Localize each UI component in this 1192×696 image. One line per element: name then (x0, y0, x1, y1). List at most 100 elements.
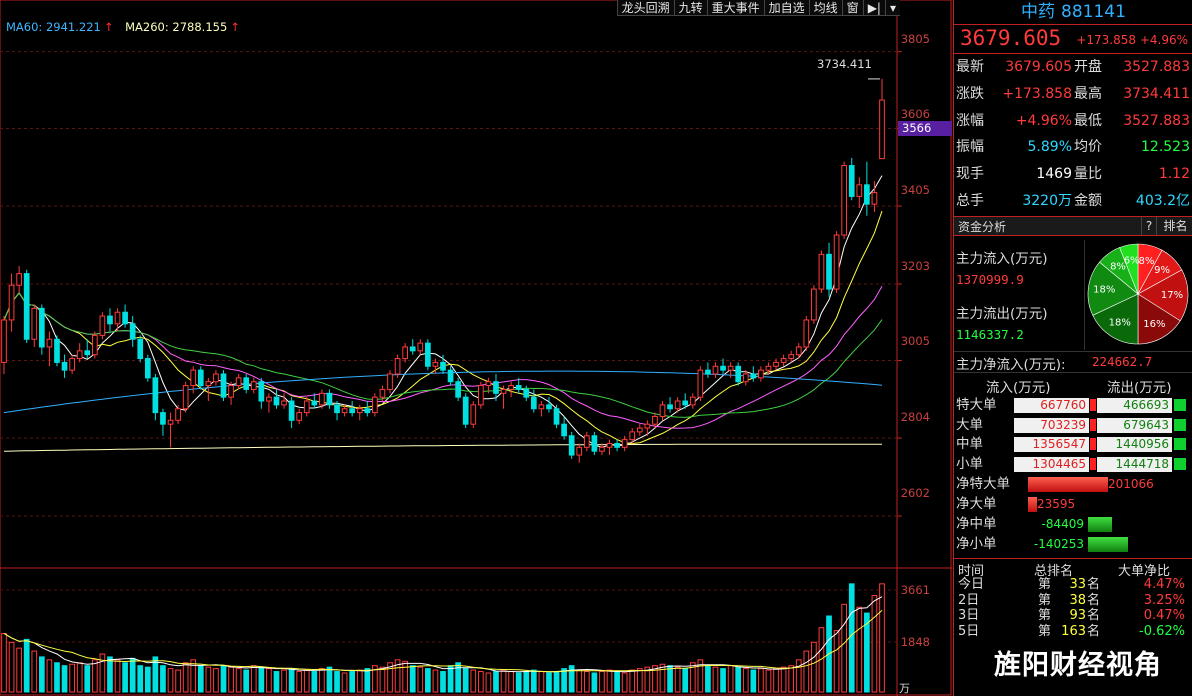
candle-body (122, 311, 128, 325)
candle-body (879, 99, 885, 160)
volume-ma10-line (3, 610, 883, 673)
candle-body (46, 338, 53, 348)
candle-body (182, 385, 189, 410)
candle-body (379, 388, 386, 398)
chart-toolbar: 龙头回溯 九转 重大事件 加自选 均线 窗 ▶| ▾ (616, 0, 900, 16)
pie-slice-label: 18% (1093, 285, 1115, 296)
quote-value: 5.89% (1027, 139, 1072, 156)
rank-prefix: 第 (1038, 592, 1052, 608)
rank-day: 5日 (958, 623, 980, 639)
help-icon[interactable]: ? (1141, 217, 1156, 235)
flow-in-bar (1090, 438, 1096, 450)
candle-body (167, 419, 174, 425)
volume-tick: 3661 (900, 583, 930, 597)
candle-body (720, 365, 726, 371)
candle-body (356, 408, 363, 414)
candle-body (425, 342, 431, 367)
rank-row: 3日 第 93 名 0.47% (954, 608, 1192, 624)
flow-in-bar (1090, 418, 1096, 431)
kline-svg[interactable] (0, 0, 952, 696)
candle-body (296, 412, 303, 421)
flow-out-bar (1174, 457, 1186, 470)
toolbar-dropdown-icon[interactable]: ▾ (884, 0, 900, 16)
candle-body (319, 392, 325, 406)
volume-bar (220, 665, 227, 693)
flow-header-in: 流入(万元) (986, 380, 1051, 396)
toolbar-button-major-events[interactable]: 重大事件 (706, 0, 764, 16)
volume-bar (879, 583, 885, 693)
volume-bar (31, 650, 38, 693)
candle-body (402, 346, 409, 360)
candle-body (273, 396, 280, 406)
volume-bar (54, 662, 60, 693)
rank-day: 3日 (958, 608, 980, 624)
volume-bar (871, 595, 878, 693)
candle-body (826, 253, 832, 290)
candle-body (281, 400, 287, 406)
flow-in-value: 1356547 (1014, 437, 1089, 452)
volume-bar (841, 603, 848, 693)
quote-row: 最新 3679.605 开盘 3527.883 (954, 54, 1192, 80)
toolbar-button-dragon-trace[interactable]: 龙头回溯 (616, 0, 674, 16)
candle-body (682, 400, 689, 406)
toolbar-expand-arrow-icon[interactable]: ▶| (862, 0, 885, 16)
volume-bar (402, 660, 409, 693)
volume-bar (508, 671, 514, 693)
ma260-line (3, 443, 882, 452)
toolbar-button-nine-turn[interactable]: 九转 (673, 0, 707, 16)
volume-bar (69, 663, 75, 693)
candle-body (447, 369, 454, 383)
candle-body (871, 192, 878, 205)
candle-body (477, 385, 484, 406)
toolbar-button-moving-average[interactable]: 均线 (808, 0, 842, 16)
rank-ratio: 3.25% (1143, 592, 1185, 608)
volume-bar (735, 666, 742, 693)
flow-out-value: 1440956 (1097, 437, 1172, 452)
candle-body (16, 273, 22, 286)
volume-bar (780, 666, 787, 693)
volume-bar (470, 669, 477, 693)
candle-body (811, 288, 817, 321)
ma260-up-arrow-icon: ↑ (230, 20, 240, 34)
candle-body (137, 338, 144, 360)
rank-button[interactable]: 排名 (1156, 217, 1192, 235)
kline-chart-area[interactable]: 龙头回溯 九转 重大事件 加自选 均线 窗 ▶| ▾ MA60: 2941.22… (0, 0, 952, 696)
quote-label: 最低 (1074, 112, 1102, 129)
candle-body (303, 400, 310, 414)
net-flow-row: 净小单 -140253 (954, 534, 1192, 554)
candle-body (364, 408, 371, 414)
watermark-text: 旌阳财经视角 (994, 650, 1162, 681)
candle-body (493, 381, 499, 394)
volume-tick: 1848 (900, 635, 930, 649)
candle-body (758, 369, 764, 379)
candle-body (508, 385, 514, 390)
rank-number: 38 (1069, 592, 1086, 608)
volume-bar (8, 641, 15, 693)
pie-slice-label: 6% (1124, 256, 1140, 267)
flow-out-bar (1174, 399, 1186, 411)
candle-body (795, 346, 802, 356)
candle-body (160, 412, 166, 425)
quote-value: 3220万 (1022, 193, 1072, 209)
flow-label: 大单 (956, 416, 983, 433)
candle-body (84, 350, 91, 356)
toolbar-button-add-watchlist[interactable]: 加自选 (763, 0, 809, 16)
volume-bar (500, 669, 507, 693)
candle-body (712, 365, 719, 375)
fund-analysis-header: 资金分析 ? 排名 (954, 216, 1192, 236)
candle-body (235, 377, 242, 387)
quote-label: 最新 (956, 59, 984, 75)
quote-value: 3527.883 (1123, 112, 1190, 129)
volume-bar (197, 665, 204, 693)
candle-body (190, 369, 197, 387)
quote-label: 总手 (956, 193, 984, 209)
volume-bar (122, 662, 128, 693)
toolbar-button-window[interactable]: 窗 (841, 0, 863, 16)
volume-bar (848, 583, 855, 693)
quote-header: 3679.605 +173.858 +4.96% (954, 25, 1192, 54)
net-flow-value: -140253 (1033, 537, 1084, 551)
security-title: 中药 881141 (954, 0, 1192, 25)
volume-bar (682, 668, 689, 693)
volume-bar (614, 671, 620, 693)
volume-bar (561, 668, 567, 693)
